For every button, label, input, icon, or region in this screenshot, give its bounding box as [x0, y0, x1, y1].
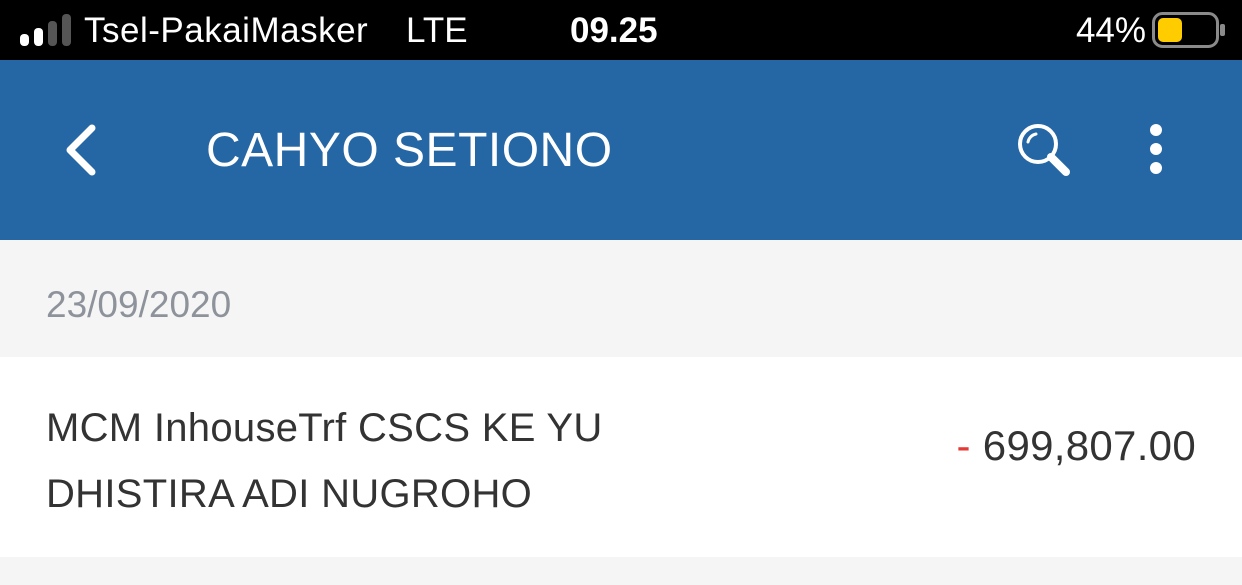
battery-icon [1152, 12, 1225, 48]
transaction-amount: -699,807.00 [956, 421, 1196, 471]
carrier-name: Tsel-PakaiMasker [84, 11, 369, 50]
more-vertical-icon [1150, 124, 1162, 174]
list-divider [0, 557, 1242, 585]
date-section-header: 23/09/2020 [0, 240, 1242, 357]
search-button[interactable] [1012, 118, 1076, 182]
search-icon [1018, 124, 1070, 176]
page-title: CAHYO SETIONO [206, 124, 613, 177]
amount-value: 699,807.00 [982, 422, 1196, 469]
status-time: 09.25 [570, 11, 658, 50]
chevron-left-icon [66, 124, 96, 176]
debit-sign: - [956, 422, 971, 469]
signal-strength-icon [20, 14, 71, 46]
back-button[interactable] [52, 120, 112, 180]
status-bar: Tsel-PakaiMasker LTE 09.25 44% [0, 0, 1242, 60]
battery-percentage: 44% [1075, 11, 1146, 50]
app-bar: CAHYO SETIONO [0, 60, 1242, 240]
transaction-row[interactable]: MCM InhouseTrf CSCS KE YU DHISTIRA ADI N… [0, 357, 1242, 557]
network-type: LTE [406, 11, 468, 50]
transaction-date: 23/09/2020 [46, 284, 232, 325]
transaction-description: MCM InhouseTrf CSCS KE YU DHISTIRA ADI N… [46, 406, 603, 516]
more-options-button[interactable] [1136, 120, 1176, 180]
